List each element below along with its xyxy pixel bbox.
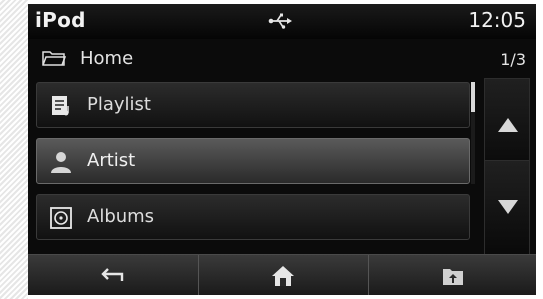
- back-button[interactable]: [28, 255, 196, 295]
- current-location: Home: [80, 48, 134, 69]
- album-icon: [49, 206, 73, 230]
- page-indicator: 1/3: [500, 50, 526, 69]
- decorative-hatch-margin: [0, 0, 28, 299]
- clock: 12:05: [468, 8, 526, 32]
- path-bar: Home 1/3: [28, 44, 536, 74]
- home-button[interactable]: [198, 255, 367, 295]
- arrow-down-icon: [498, 200, 518, 214]
- status-bar: iPod 12:05: [28, 4, 536, 39]
- list-item-label: Playlist: [87, 94, 151, 115]
- list-item-artist[interactable]: Artist: [36, 138, 470, 184]
- artist-icon: [49, 150, 73, 174]
- right-margin: [536, 0, 543, 299]
- ipod-screen: iPod 12:05 Home 1/3 Playlist Artist Albu…: [28, 4, 536, 295]
- home-icon: [272, 266, 294, 286]
- list-item-label: Albums: [87, 206, 155, 227]
- back-icon: [101, 268, 124, 281]
- folder-icon: [42, 49, 67, 67]
- folder-up-icon: [443, 269, 463, 285]
- scrollbar[interactable]: [471, 82, 475, 184]
- arrow-up-icon: [498, 118, 518, 132]
- usb-icon: [268, 12, 292, 30]
- list-item-albums[interactable]: Albums: [36, 194, 470, 240]
- bottom-toolbar: [28, 254, 536, 295]
- list-item-label: Artist: [87, 150, 136, 171]
- scroll-thumb[interactable]: [471, 82, 475, 112]
- playlist-icon: [49, 94, 73, 118]
- folder-up-button[interactable]: [368, 255, 536, 295]
- scroll-down-button[interactable]: [484, 160, 530, 256]
- list-item-playlist[interactable]: Playlist: [36, 82, 470, 128]
- app-title: iPod: [35, 8, 86, 32]
